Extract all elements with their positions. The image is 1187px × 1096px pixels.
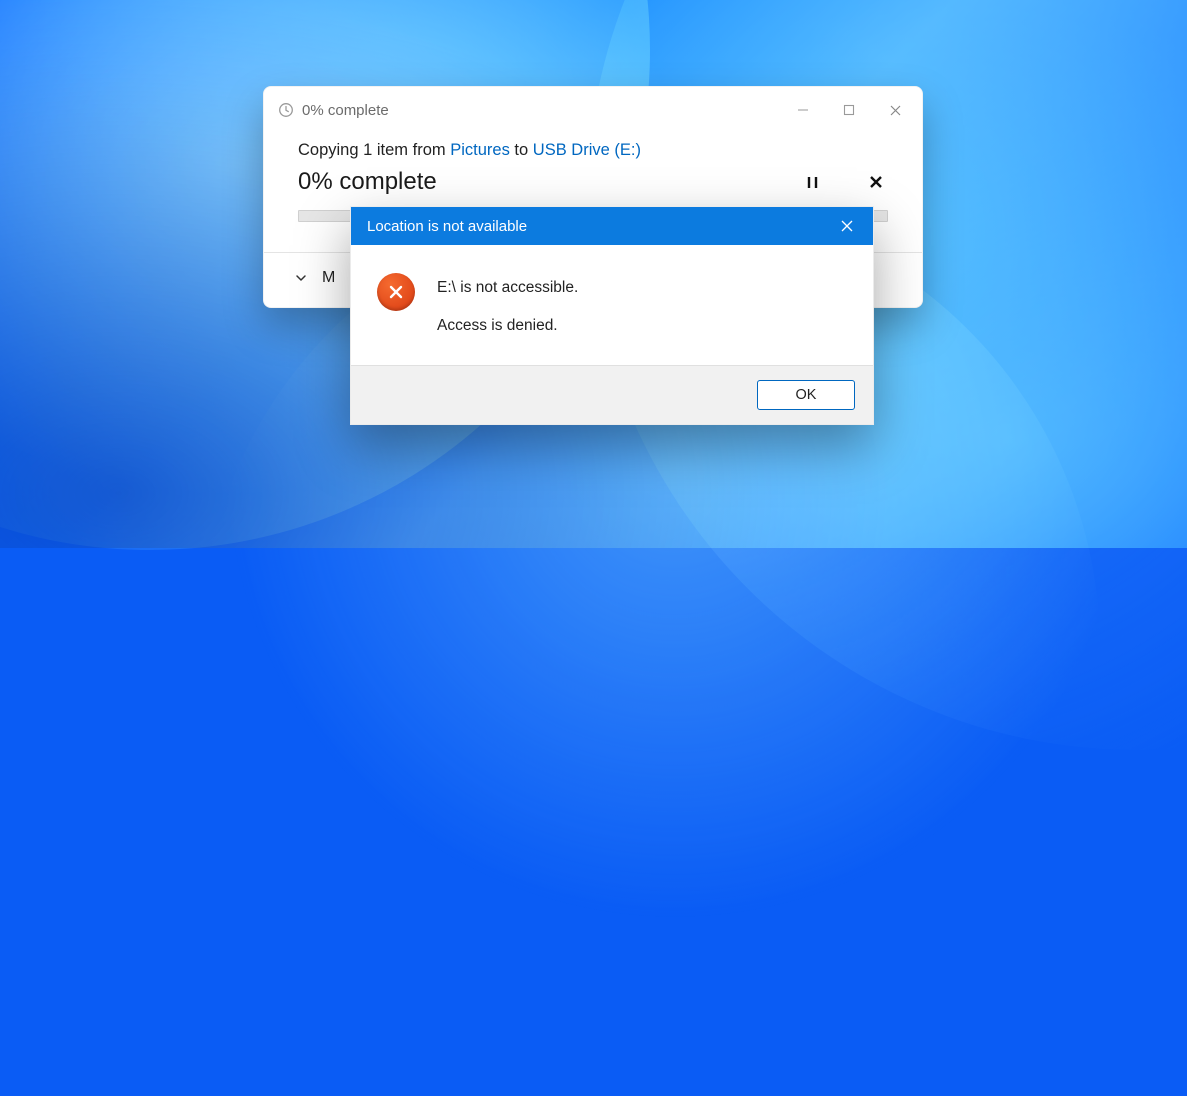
error-title: Location is not available — [367, 218, 827, 235]
ok-button[interactable]: OK — [757, 380, 855, 410]
error-icon — [377, 273, 415, 311]
minimize-button[interactable] — [780, 95, 826, 125]
error-line-1: E:\ is not accessible. — [437, 279, 578, 297]
destination-link[interactable]: USB Drive (E:) — [533, 141, 641, 159]
window-title: 0% complete — [302, 102, 772, 119]
cancel-button[interactable] — [864, 170, 888, 194]
error-dialog: Location is not available E:\ is not acc… — [350, 206, 874, 425]
chevron-down-icon — [290, 267, 312, 289]
titlebar[interactable]: 0% complete — [264, 87, 922, 129]
error-titlebar[interactable]: Location is not available — [351, 207, 873, 245]
copy-headline-row: 0% complete — [298, 168, 888, 196]
error-line-2: Access is denied. — [437, 317, 578, 335]
source-link[interactable]: Pictures — [450, 141, 510, 159]
clock-icon — [278, 102, 294, 118]
more-details-label: M — [322, 269, 335, 287]
copy-sentence-mid: to — [510, 141, 533, 159]
window-controls — [780, 95, 918, 125]
close-button[interactable] — [827, 207, 867, 245]
copy-description: Copying 1 item from Pictures to USB Driv… — [298, 141, 888, 160]
error-message: E:\ is not accessible. Access is denied. — [437, 273, 578, 335]
headline-controls — [800, 170, 888, 194]
progress-headline: 0% complete — [298, 168, 437, 196]
error-body: E:\ is not accessible. Access is denied. — [351, 245, 873, 365]
copy-sentence-prefix: Copying 1 item from — [298, 141, 450, 159]
close-button[interactable] — [872, 95, 918, 125]
error-footer: OK — [351, 365, 873, 424]
pause-button[interactable] — [800, 170, 824, 194]
maximize-button[interactable] — [826, 95, 872, 125]
